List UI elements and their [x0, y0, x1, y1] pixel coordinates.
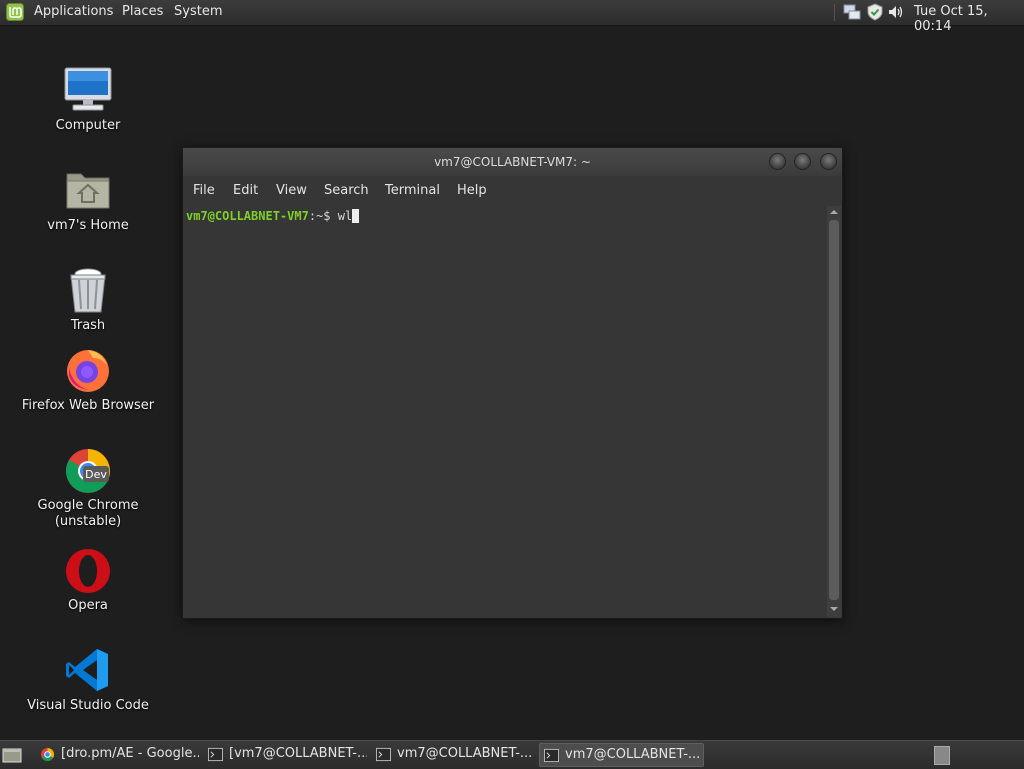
- task-label: [vm7@COLLABNET-...: [229, 746, 367, 761]
- vscode-icon: [66, 649, 108, 691]
- bottom-panel: [dro.pm/AE - Google... [vm7@COLLABNET-..…: [0, 740, 1024, 769]
- text-cursor: [352, 209, 360, 223]
- scroll-down-arrow-icon[interactable]: [830, 605, 838, 613]
- desktop-icon-label: vm7's Home: [47, 218, 129, 233]
- scrollbar-thumb[interactable]: [829, 220, 839, 600]
- computer-icon: [64, 67, 112, 111]
- typed-command: wl: [337, 209, 353, 223]
- home-folder-icon: [66, 173, 110, 209]
- terminal-window[interactable]: vm7@COLLABNET-VM7: ~ File Edit View Sear…: [182, 147, 843, 619]
- desktop-icon-chrome-dev[interactable]: Dev Google Chrome (unstable): [18, 446, 158, 530]
- maximize-button[interactable]: [794, 153, 811, 170]
- opera-icon: [66, 549, 110, 593]
- menu-search[interactable]: Search: [324, 183, 369, 198]
- terminal-icon: [376, 747, 391, 762]
- network-icon[interactable]: [843, 3, 861, 21]
- tray-separator: [834, 4, 835, 21]
- prompt-path: :~$: [308, 209, 338, 223]
- vertical-scrollbar[interactable]: [827, 206, 841, 617]
- show-desktop-icon[interactable]: [2, 746, 22, 764]
- terminal-icon: [208, 747, 223, 762]
- places-menu[interactable]: Places: [122, 4, 163, 19]
- desktop-icon-trash[interactable]: Trash: [18, 266, 158, 334]
- dev-badge-text: Dev: [85, 468, 107, 481]
- taskbar-button-terminal[interactable]: [vm7@COLLABNET-...: [204, 743, 367, 766]
- minimize-button[interactable]: [769, 153, 786, 170]
- prompt-user: vm7@COLLABNET-VM7: [186, 209, 309, 223]
- shield-icon[interactable]: [866, 3, 884, 21]
- terminal-text-area[interactable]: vm7@COLLABNET-VM7:~$ wl: [183, 206, 826, 617]
- taskbar-button-chrome[interactable]: [dro.pm/AE - Google...: [36, 743, 199, 766]
- workspace-switcher[interactable]: [934, 746, 950, 765]
- linux-mint-logo-icon[interactable]: [6, 3, 24, 21]
- desktop-icon-firefox[interactable]: Firefox Web Browser: [18, 346, 158, 414]
- desktop-icon-label: Trash: [70, 318, 106, 333]
- desktop-icon-label: Firefox Web Browser: [21, 398, 155, 413]
- terminal-icon: [544, 748, 559, 763]
- desktop-icon-label: Visual Studio Code: [27, 698, 149, 713]
- taskbar-button-terminal[interactable]: vm7@COLLABNET-...: [372, 743, 535, 766]
- prompt-line: vm7@COLLABNET-VM7:~$ wl: [186, 209, 360, 223]
- trash-icon: [70, 268, 106, 313]
- menu-help[interactable]: Help: [457, 183, 487, 198]
- menu-edit[interactable]: Edit: [233, 183, 258, 198]
- menu-terminal[interactable]: Terminal: [385, 183, 440, 198]
- task-label: vm7@COLLABNET-...: [397, 746, 533, 761]
- desktop-icon-label: Google Chrome (unstable): [37, 498, 139, 529]
- title-bar[interactable]: vm7@COLLABNET-VM7: ~: [183, 148, 842, 176]
- clock[interactable]: Tue Oct 15, 00:14: [914, 4, 1024, 34]
- desktop-icon-opera[interactable]: Opera: [18, 546, 158, 614]
- desktop-icon-label: Opera: [68, 598, 108, 613]
- desktop-icon-home[interactable]: vm7's Home: [18, 166, 158, 234]
- volume-icon[interactable]: [887, 3, 905, 21]
- menu-file[interactable]: File: [193, 183, 215, 198]
- menu-bar: File Edit View Search Terminal Help: [183, 176, 842, 206]
- task-label: vm7@COLLABNET-...: [565, 747, 701, 762]
- applications-menu[interactable]: Applications: [34, 4, 113, 19]
- close-button[interactable]: [820, 153, 837, 170]
- scroll-up-arrow-icon[interactable]: [830, 208, 838, 216]
- desktop-icon-computer[interactable]: Computer: [18, 66, 158, 134]
- chrome-icon: [40, 747, 55, 762]
- firefox-icon: [67, 350, 109, 392]
- menu-view[interactable]: View: [276, 183, 307, 198]
- top-panel: Applications Places System Tue Oct 15, 0…: [0, 0, 1024, 34]
- taskbar-button-terminal-active[interactable]: vm7@COLLABNET-...: [539, 743, 704, 767]
- chrome-dev-icon: Dev: [66, 449, 110, 493]
- task-label: [dro.pm/AE - Google...: [61, 746, 199, 761]
- desktop-icon-label: Computer: [55, 118, 121, 133]
- window-title: vm7@COLLABNET-VM7: ~: [434, 155, 591, 169]
- system-menu[interactable]: System: [174, 4, 222, 19]
- desktop-icon-vscode[interactable]: Visual Studio Code: [18, 646, 158, 714]
